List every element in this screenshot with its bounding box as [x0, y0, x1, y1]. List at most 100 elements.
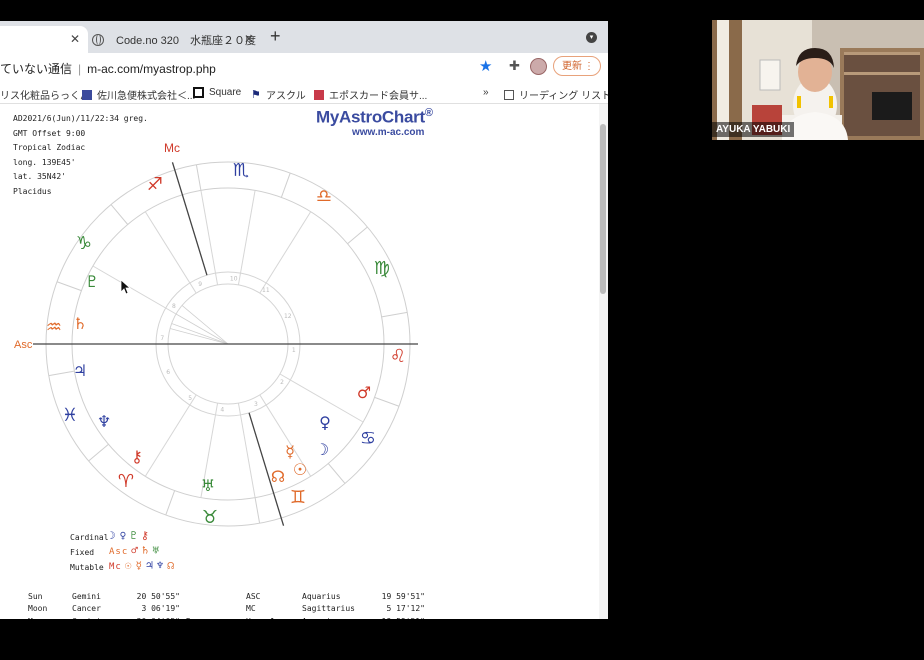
planet-chiron-icon: ⚷	[131, 447, 143, 466]
aspect-line	[175, 313, 229, 345]
modality-glyph: ♄	[141, 544, 150, 557]
house-number: 12	[284, 313, 292, 320]
omnibox[interactable]: ていない通信 | m-ac.com/myastrop.php	[0, 60, 216, 77]
tab-code-no-320[interactable]: Code.no 320 水瓶座２０度 ✕	[92, 26, 262, 53]
planet-jupiter-icon: ♃	[73, 361, 87, 380]
close-tab-icon[interactable]: ✕	[244, 32, 254, 46]
bookmark-item[interactable]: Square	[193, 87, 241, 98]
house-cusp-line	[259, 211, 312, 294]
url-text[interactable]: m-ac.com/myastrop.php	[87, 62, 216, 76]
bookmarks-overflow-button[interactable]: »	[483, 87, 489, 98]
sign-cancer-icon: ♋	[360, 428, 376, 449]
sign-aquarius-icon: ♒	[46, 317, 62, 338]
sign-leo-icon: ♌	[390, 346, 406, 367]
position-cell: Aquarius	[302, 591, 341, 601]
modality-label: Mutable	[70, 563, 104, 572]
position-cell: Gemini	[72, 591, 101, 601]
position-cell: 20 04'05"	[126, 615, 180, 619]
position-cell: 19 59'51"	[355, 615, 425, 619]
modality-glyph: Asc	[109, 547, 129, 557]
sign-libra-icon: ♎	[316, 186, 332, 207]
bookmark-label: アスクル	[266, 91, 306, 102]
position-cell	[180, 590, 200, 603]
sagawa-icon	[82, 89, 92, 100]
position-row: Moon Cancer 3 06'19" MC Sagittarius 5 17'12"	[28, 603, 425, 616]
position-row: Sun Gemini 20 50'55" ASC Aquarius 19 59'51"	[28, 590, 425, 603]
bookmark-star-icon[interactable]: ★	[479, 57, 492, 75]
house-cusp-line	[237, 403, 256, 498]
security-status[interactable]: ていない通信	[0, 62, 72, 76]
modality-glyphs: Mc ☉ ☿ ♃ ♆ ☊	[109, 558, 178, 575]
bookmark-item[interactable]: リス化粧品らっくん	[0, 87, 90, 102]
position-cell: ASC	[246, 591, 261, 601]
sign-divider	[374, 396, 400, 407]
modality-label: Cardinal	[70, 533, 109, 542]
house-number: 1	[292, 347, 296, 354]
sign-divider	[254, 497, 261, 524]
planet-neptune-icon: ♆	[97, 412, 111, 431]
position-cell: 20 50'55"	[136, 591, 180, 601]
bookmark-item[interactable]: 佐川急便株式会社＜...	[82, 87, 195, 102]
close-tab-icon[interactable]: ✕	[70, 32, 80, 46]
sign-divider	[110, 204, 129, 225]
square-icon	[193, 87, 204, 98]
scrollbar-thumb[interactable]	[600, 124, 606, 294]
bookmark-label: リス化粧品らっくん	[0, 91, 90, 102]
sign-pisces-icon: ♓	[62, 405, 78, 426]
mc-axis-line	[171, 162, 208, 276]
house-number: 8	[172, 303, 176, 310]
planet-saturn-icon: ♄	[73, 314, 87, 333]
modality-row: Mutable Mc ☉ ☿ ♃ ♆ ☊	[70, 559, 174, 575]
house-number: 6	[166, 369, 170, 376]
position-cell	[200, 590, 246, 603]
sign-sagittarius-icon: ♐	[147, 174, 163, 195]
profile-avatar[interactable]	[530, 58, 547, 75]
modality-glyph: ☿	[135, 559, 144, 572]
planet-moon-icon: ☽	[315, 440, 329, 459]
browser-window: ✕ Code.no 320 水瓶座２０度 ✕ + ▾ ていない通信 | m-ac.c…	[0, 21, 608, 619]
sign-divider	[165, 490, 176, 516]
globe-icon	[92, 33, 104, 46]
tab-active[interactable]: ✕	[0, 26, 88, 53]
house-number: 10	[230, 275, 238, 282]
house-number: 3	[254, 401, 258, 408]
position-cell: Mercury	[28, 615, 72, 619]
update-button[interactable]: 更新 ⋮	[553, 56, 601, 76]
sign-divider	[381, 311, 408, 318]
new-tab-icon[interactable]: +	[270, 26, 281, 47]
position-cell: 5 17'12"	[386, 604, 425, 614]
video-tile: AYUKA YABUKI	[712, 20, 924, 140]
house-cusp-line	[144, 211, 197, 294]
scrollbar[interactable]	[599, 104, 608, 619]
sign-divider	[195, 164, 202, 191]
overflow-label: »	[483, 87, 489, 98]
tab-search-icon[interactable]: ▾	[586, 32, 597, 43]
modality-glyph: Mc	[109, 562, 122, 572]
participant-name: AYUKA YABUKI	[712, 122, 795, 137]
reading-list-button[interactable]: リーディング リスト	[504, 87, 608, 102]
reading-list-icon	[504, 89, 514, 100]
position-cell: MC	[246, 604, 256, 614]
house-cusp-line	[144, 394, 197, 477]
planet-mercury-icon: ☿	[285, 442, 295, 461]
mouse-cursor-icon	[120, 279, 132, 295]
planet-pluto-icon: ♇	[85, 272, 99, 291]
modality-label: Fixed	[70, 548, 95, 557]
modality-glyph: ♅	[152, 544, 161, 557]
bookmark-label: Square	[209, 87, 242, 98]
page-content: AD2021/6(Jun)/11/22:34 greg. GMT Offset …	[0, 104, 600, 619]
position-cell	[200, 615, 246, 619]
position-cell: Sagittarius	[302, 604, 355, 614]
bookmarks-bar: リス化粧品らっくん 佐川急便株式会社＜... Square ⚑ アスクル エポスカ…	[0, 83, 608, 104]
planet-venus-icon: ♀	[319, 413, 331, 432]
extensions-icon[interactable]: ✚	[509, 58, 520, 74]
bookmark-item[interactable]: エポスカード会員サ...	[314, 87, 427, 102]
positions-table: Sun Gemini 20 50'55" ASC Aquarius 19 59'51" Mo…	[28, 590, 425, 619]
bookmark-item[interactable]: ⚑ アスクル	[251, 87, 306, 102]
position-cell: 3 06'19"	[141, 604, 180, 614]
tab-bar: ✕ Code.no 320 水瓶座２０度 ✕ + ▾	[0, 21, 608, 53]
bookmark-label: エポスカード会員サ...	[329, 91, 428, 102]
house-cusp-line	[237, 190, 256, 285]
bookmark-label: 佐川急便株式会社＜...	[97, 91, 196, 102]
modality-glyphs: ☽ ♀ ♇ ⚷	[109, 528, 153, 543]
